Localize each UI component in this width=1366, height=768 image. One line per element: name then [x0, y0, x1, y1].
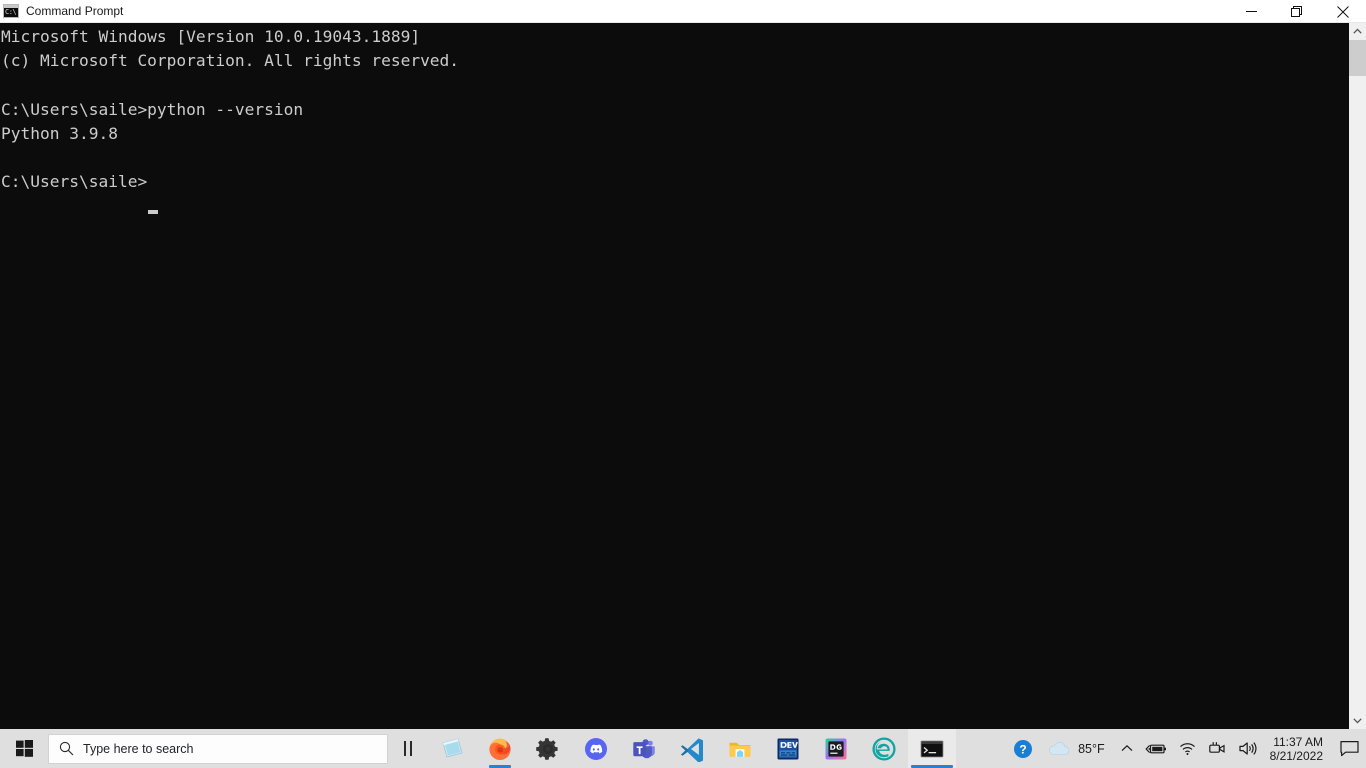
scroll-up-arrow[interactable] [1349, 23, 1366, 40]
window-title: Command Prompt [26, 4, 124, 18]
discord-icon [585, 737, 607, 760]
command-prompt-icon [920, 740, 944, 757]
clock-date: 8/21/2022 [1269, 748, 1323, 763]
action-center-button[interactable] [1332, 729, 1366, 768]
text-cursor [148, 210, 159, 215]
gear-icon [536, 737, 558, 760]
cmd-icon: C:\ [3, 4, 19, 18]
vscode-icon [681, 737, 703, 762]
start-button[interactable] [0, 729, 48, 768]
file-explorer-icon [729, 742, 751, 757]
volume-icon[interactable] [1232, 729, 1264, 768]
restore-button[interactable] [1274, 0, 1320, 23]
clock-time: 11:37 AM [1273, 734, 1323, 749]
dev-cpp-icon [777, 738, 799, 759]
taskbar-item-visual-studio-code[interactable] [668, 729, 716, 768]
taskbar-item-command-prompt[interactable] [908, 729, 956, 768]
help-icon[interactable]: ? [1007, 729, 1039, 768]
battery-icon[interactable] [1139, 729, 1173, 768]
close-button[interactable] [1320, 0, 1366, 23]
window-controls [1228, 0, 1366, 23]
edge-icon [872, 736, 896, 761]
taskbar-item-microsoft-teams[interactable] [620, 729, 668, 768]
search-icon [49, 741, 83, 756]
cmd-icon-text: C:\ [5, 8, 17, 16]
taskbar-item-firefox[interactable] [476, 729, 524, 768]
weather-widget[interactable]: 85°F [1039, 740, 1115, 757]
console-output[interactable]: Microsoft Windows [Version 10.0.19043.18… [0, 23, 1348, 729]
notification-icon [1339, 741, 1359, 757]
taskbar-pinned-apps [428, 729, 956, 768]
clock[interactable]: 11:37 AM 8/21/2022 [1264, 729, 1332, 768]
console-area: Microsoft Windows [Version 10.0.19043.18… [0, 23, 1366, 729]
search-input[interactable]: Type here to search [83, 742, 193, 756]
taskbar-item-settings[interactable] [524, 729, 572, 768]
camera-icon[interactable] [1202, 729, 1232, 768]
task-view-button[interactable] [388, 729, 428, 768]
windows-logo-icon [15, 740, 33, 757]
taskbar-item-discord[interactable] [572, 729, 620, 768]
firefox-icon [489, 738, 511, 760]
taskbar-item-microsoft-edge[interactable] [860, 729, 908, 768]
microsoft-teams-icon [633, 738, 655, 758]
network-icon[interactable] [1173, 729, 1202, 768]
scroll-down-arrow[interactable] [1349, 712, 1366, 729]
title-bar[interactable]: C:\ Command Prompt [0, 0, 1366, 23]
search-box[interactable]: Type here to search [48, 733, 388, 764]
taskbar: Type here to search ? 85°F 11:37 AM 8/21… [0, 729, 1366, 768]
scrollbar-track[interactable] [1349, 40, 1366, 712]
vertical-scrollbar[interactable] [1348, 23, 1366, 729]
sticky-notes-icon [442, 738, 463, 757]
minimize-button[interactable] [1228, 0, 1274, 23]
cloud-icon [1049, 742, 1070, 756]
taskbar-item-dev-cpp[interactable] [764, 729, 812, 768]
svg-text:?: ? [1019, 742, 1026, 756]
task-view-icon [404, 741, 412, 756]
chevron-up-icon [1121, 744, 1133, 752]
system-tray: ? 85°F 11:37 AM 8/21/2022 [1007, 729, 1366, 768]
show-hidden-icons-button[interactable] [1115, 729, 1139, 768]
console-text: Microsoft Windows [Version 10.0.19043.18… [1, 27, 460, 192]
datagrip-icon [825, 738, 847, 759]
taskbar-item-file-explorer[interactable] [716, 729, 764, 768]
taskbar-item-datagrip[interactable] [812, 729, 860, 768]
taskbar-item-sticky-notes[interactable] [428, 729, 476, 768]
command-prompt-window: C:\ Command Prompt Microsoft Windows [Ve… [0, 0, 1366, 729]
weather-temperature: 85°F [1078, 741, 1105, 756]
scrollbar-thumb[interactable] [1349, 40, 1366, 76]
